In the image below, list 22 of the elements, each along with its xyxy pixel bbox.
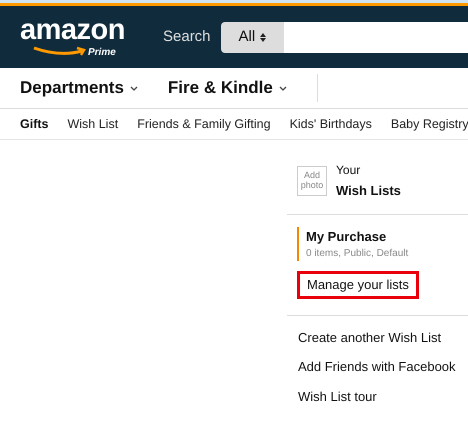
category-dropdown[interactable]: All bbox=[220, 22, 284, 52]
search-label: Search bbox=[163, 26, 211, 47]
manage-lists-link[interactable]: Manage your lists bbox=[297, 271, 419, 298]
subnav-link[interactable]: Wish List bbox=[67, 114, 118, 134]
nav-dropdown[interactable]: Departments bbox=[20, 75, 138, 101]
subnav-link[interactable]: Friends & Family Gifting bbox=[137, 114, 271, 134]
wish-list-item[interactable]: My Purchase 0 items, Public, Default bbox=[297, 226, 468, 261]
title-line: Your bbox=[336, 162, 362, 179]
wish-lists-title: Wish Lists bbox=[336, 182, 401, 200]
subnav-link[interactable]: Gifts bbox=[20, 114, 48, 134]
add-photo-button[interactable]: Add photo bbox=[297, 166, 327, 196]
chevron-icon bbox=[278, 86, 287, 90]
list-meta: 0 items, Public, Default bbox=[306, 247, 410, 261]
sidebar-link[interactable]: Create another Wish List bbox=[298, 328, 468, 347]
sidebar-link[interactable]: Add Friends with Facebook bbox=[298, 357, 468, 376]
sort-arrows-icon bbox=[260, 32, 266, 42]
search-field[interactable] bbox=[284, 22, 468, 52]
list-name: My Purchase bbox=[306, 228, 388, 246]
chevron-icon bbox=[130, 86, 138, 90]
sidebar-link[interactable]: Wish List tour bbox=[298, 386, 468, 406]
subnav-link[interactable]: Kids' Birthdays bbox=[290, 114, 372, 134]
nav-dropdown[interactable]: Fire & Kindle bbox=[168, 75, 287, 101]
